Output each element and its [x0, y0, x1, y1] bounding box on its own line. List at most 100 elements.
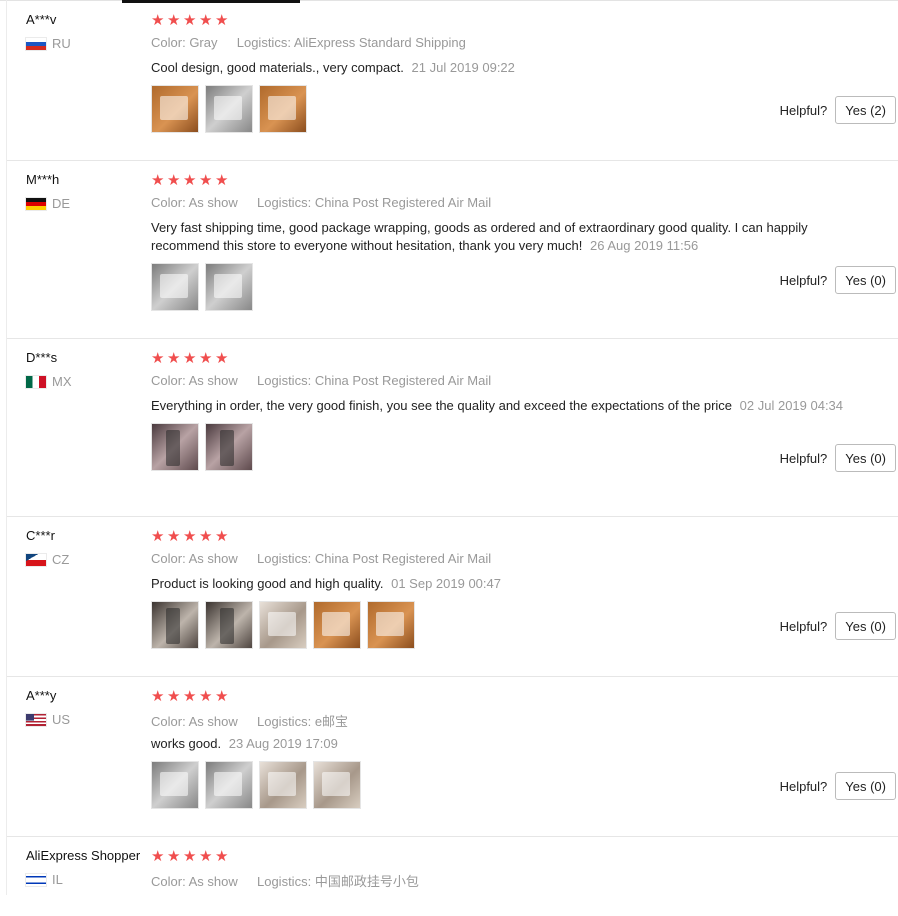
product-photo-thumbnail[interactable] — [205, 85, 253, 133]
color-label: Color: — [151, 35, 186, 50]
review-text-block: Product is looking good and high quality… — [151, 575, 851, 593]
helpful-vote: Helpful? Yes (2) — [780, 96, 896, 124]
review-text: Cool design, good materials., very compa… — [151, 60, 404, 75]
usa-flag-icon — [26, 713, 46, 726]
product-photo-thumbnail[interactable] — [151, 423, 199, 471]
review-text: works good. — [151, 736, 222, 751]
review-date: 21 Jul 2019 09:22 — [411, 60, 515, 75]
review-date: 01 Sep 2019 00:47 — [391, 576, 501, 591]
review-item: A***y US ★ ★ ★ ★ ★ Color: As show Logistics:… — [7, 676, 898, 837]
star-rating: ★ ★ ★ ★ ★ — [151, 12, 898, 30]
star-icon: ★ — [167, 350, 181, 367]
product-photo-thumbnail[interactable] — [259, 761, 307, 809]
review-text-block: Very fast shipping time, good package wr… — [151, 219, 851, 255]
product-photo-thumbnail[interactable] — [205, 263, 253, 311]
color-value: As show — [188, 373, 238, 388]
color-value: As show — [188, 714, 238, 729]
reviewer-info: D***s MX — [26, 350, 72, 389]
reviewer-info: C***r CZ — [26, 528, 69, 567]
review-text: Everything in order, the very good finis… — [151, 398, 733, 413]
logistics-label: Logistics: — [256, 551, 312, 566]
helpful-yes-button[interactable]: Yes (0) — [835, 266, 896, 294]
russia-flag-icon — [26, 37, 46, 50]
reviewer-info: A***y US — [26, 688, 70, 727]
color-value: Gray — [189, 35, 218, 50]
country-code: IL — [52, 872, 63, 887]
star-icon: ★ — [183, 350, 197, 367]
logistics-label: Logistics: — [256, 874, 312, 889]
review-text-block: Everything in order, the very good finis… — [151, 397, 851, 415]
star-icon: ★ — [199, 12, 213, 29]
star-icon: ★ — [151, 688, 165, 705]
product-photo-thumbnail[interactable] — [151, 761, 199, 809]
helpful-yes-button[interactable]: Yes (0) — [835, 444, 896, 472]
review-text-block: works good. 23 Aug 2019 17:09 — [151, 735, 851, 753]
product-photo-thumbnail[interactable] — [205, 423, 253, 471]
star-icon: ★ — [167, 12, 181, 29]
product-photo-thumbnail[interactable] — [205, 761, 253, 809]
star-icon: ★ — [151, 528, 165, 545]
star-icon: ★ — [151, 172, 165, 189]
reviewer-country: MX — [26, 374, 72, 389]
star-icon: ★ — [183, 848, 197, 865]
product-photo-thumbnail[interactable] — [313, 761, 361, 809]
review-text: Product is looking good and high quality… — [151, 576, 384, 591]
review-date: 02 Jul 2019 04:34 — [739, 398, 844, 413]
country-code: MX — [52, 374, 72, 389]
star-icon: ★ — [215, 12, 229, 29]
review-text-block: Cool design, good materials., very compa… — [151, 59, 851, 77]
product-photo-thumbnail[interactable] — [151, 263, 199, 311]
color-value: As show — [188, 195, 238, 210]
helpful-yes-button[interactable]: Yes (0) — [835, 612, 896, 640]
logistics-value: AliExpress Standard Shipping — [293, 35, 466, 50]
logistics-value: China Post Registered Air Mail — [314, 551, 492, 566]
helpful-yes-button[interactable]: Yes (2) — [835, 96, 896, 124]
israel-flag-icon — [26, 873, 46, 886]
star-icon: ★ — [215, 528, 229, 545]
helpful-label: Helpful? — [779, 618, 828, 634]
reviewer-name: M***h — [26, 172, 60, 187]
product-photo-thumbnail[interactable] — [205, 601, 253, 649]
product-photo-thumbnail[interactable] — [151, 601, 199, 649]
review-attributes: Color: As show Logistics: e邮宝 — [151, 711, 898, 729]
star-rating: ★ ★ ★ ★ ★ — [151, 688, 898, 706]
reviewer-country: US — [26, 712, 70, 727]
reviewer-info: M***h DE — [26, 172, 70, 211]
helpful-yes-button[interactable]: Yes (0) — [835, 772, 896, 800]
country-code: DE — [52, 196, 71, 211]
logistics-label: Logistics: — [256, 714, 312, 729]
color-value: As show — [188, 551, 238, 566]
helpful-label: Helpful? — [779, 450, 828, 466]
product-photo-thumbnail[interactable] — [259, 601, 307, 649]
color-label: Color: — [151, 195, 186, 210]
product-photo-thumbnail[interactable] — [151, 85, 199, 133]
logistics-label: Logistics: — [236, 35, 291, 50]
star-icon: ★ — [183, 688, 197, 705]
logistics-value: China Post Registered Air Mail — [314, 373, 492, 388]
helpful-vote: Helpful? Yes (0) — [780, 772, 896, 800]
reviewer-name: A***v — [26, 12, 57, 27]
country-code: RU — [52, 36, 71, 51]
reviewer-name: AliExpress Shopper — [26, 848, 141, 863]
product-photo-thumbnail[interactable] — [259, 85, 307, 133]
product-photo-thumbnail[interactable] — [367, 601, 415, 649]
product-photo-thumbnail[interactable] — [313, 601, 361, 649]
star-rating: ★ ★ ★ ★ ★ — [151, 350, 898, 368]
review-text: Very fast shipping time, good package wr… — [151, 220, 808, 253]
logistics-label: Logistics: — [256, 373, 312, 388]
review-date: 26 Aug 2019 11:56 — [590, 238, 699, 253]
star-icon: ★ — [167, 172, 181, 189]
star-icon: ★ — [183, 172, 197, 189]
review-content: ★ ★ ★ ★ ★ Color: As show Logistics: 中国邮政挂号小包 — [151, 848, 898, 889]
star-icon: ★ — [183, 12, 197, 29]
star-icon: ★ — [199, 350, 213, 367]
logistics-value: 中国邮政挂号小包 — [314, 874, 419, 889]
review-date: 23 Aug 2019 17:09 — [228, 736, 338, 751]
logistics-value: China Post Registered Air Mail — [314, 195, 492, 210]
helpful-label: Helpful? — [779, 272, 828, 288]
star-icon: ★ — [151, 350, 165, 367]
star-icon: ★ — [199, 172, 213, 189]
reviewer-name: A***y — [26, 688, 57, 703]
reviewer-country: CZ — [26, 552, 69, 567]
reviewer-name: C***r — [26, 528, 55, 543]
